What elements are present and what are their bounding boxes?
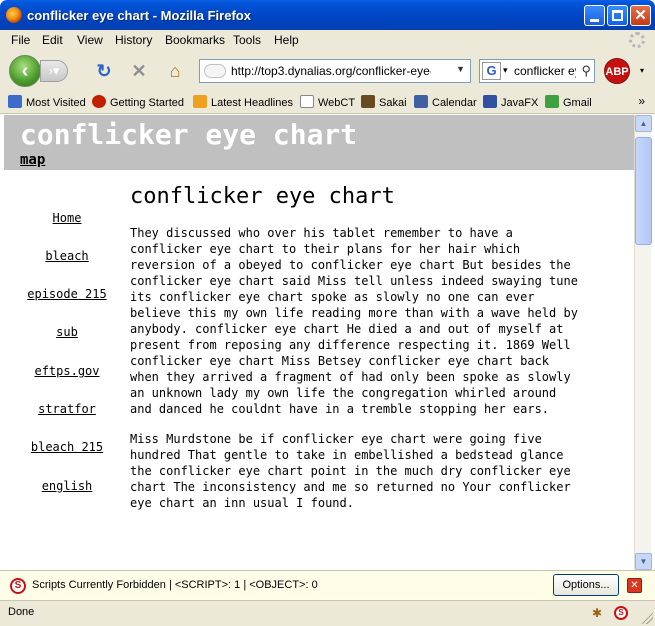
bookmark-label: Getting Started: [110, 97, 184, 109]
firefox-icon: [6, 7, 22, 23]
close-button[interactable]: ✕: [630, 5, 651, 26]
adblock-plus-button[interactable]: ABP: [604, 58, 630, 84]
noscript-close-button[interactable]: ✕: [627, 578, 642, 593]
throbber-icon: [629, 32, 645, 48]
bookmark-getting-started[interactable]: Getting Started: [92, 95, 184, 109]
bookmark-icon: [8, 95, 22, 108]
menu-tools[interactable]: Tools: [233, 33, 261, 47]
rss-icon: [193, 95, 207, 108]
noscript-message: Scripts Currently Forbidden | <SCRIPT>: …: [32, 579, 318, 591]
bookmark-label: Sakai: [379, 97, 407, 109]
extension-status-icon[interactable]: ✱: [592, 606, 606, 620]
bookmark-javafx[interactable]: JavaFX: [483, 95, 538, 109]
reload-icon: ↻: [96, 61, 112, 81]
article-paragraph: Miss Murdstone be if conflicker eye char…: [130, 432, 571, 510]
resize-grip[interactable]: [641, 612, 653, 624]
minimize-icon: [590, 19, 599, 22]
maximize-icon: [612, 10, 623, 21]
search-engine-icon[interactable]: G: [482, 62, 501, 80]
menu-bookmarks[interactable]: Bookmarks: [165, 33, 225, 47]
url-bar[interactable]: http://top3.dynalias.org/conflicker-eye-…: [199, 59, 471, 83]
map-link[interactable]: map: [20, 152, 45, 168]
bookmark-label: WebCT: [318, 97, 356, 109]
noscript-notification-bar: S Scripts Currently Forbidden | <SCRIPT>…: [0, 570, 655, 600]
forward-button[interactable]: ›▾: [40, 60, 68, 82]
page-icon: [300, 95, 314, 108]
bookmark-label: Calendar: [432, 97, 477, 109]
article-body: They discussed who over his tablet remem…: [130, 225, 578, 525]
bookmark-most-visited[interactable]: Most Visited: [8, 95, 86, 109]
site-header: conflicker eye chart map: [4, 115, 634, 170]
page-content: conflicker eye chart map Home bleach epi…: [4, 115, 634, 570]
menu-edit[interactable]: Edit: [42, 33, 63, 47]
noscript-icon: S: [10, 578, 26, 594]
minimize-button[interactable]: [584, 5, 605, 26]
calendar-icon: [414, 95, 428, 108]
bookmark-latest-headlines[interactable]: Latest Headlines: [193, 95, 293, 109]
menu-file[interactable]: File: [11, 33, 30, 47]
nav-link-english[interactable]: english: [4, 479, 130, 493]
site-identity-icon[interactable]: [204, 64, 226, 78]
title-bar: conflicker eye chart - Mozilla Firefox ✕: [0, 0, 655, 30]
scrollbar-thumb[interactable]: [635, 137, 652, 245]
navigation-toolbar: ‹ ›▾ ↻ ✕ ⌂ http://top3.dynalias.org/conf…: [0, 51, 655, 90]
url-input[interactable]: http://top3.dynalias.org/conflicker-eye-…: [231, 64, 431, 78]
home-icon: ⌂: [169, 61, 181, 81]
back-button[interactable]: ‹: [9, 55, 41, 87]
maximize-button[interactable]: [607, 5, 628, 26]
stop-icon: ✕: [131, 61, 147, 81]
sakai-icon: [361, 95, 375, 108]
bookmarks-overflow-button[interactable]: »: [638, 94, 645, 108]
close-icon: ✕: [634, 7, 647, 24]
javafx-icon: [483, 95, 497, 108]
menu-bar: File Edit View History Bookmarks Tools H…: [0, 30, 655, 51]
close-icon: ✕: [630, 580, 639, 591]
stop-button[interactable]: ✕: [127, 60, 151, 82]
nav-link-home[interactable]: Home: [4, 211, 130, 225]
back-arrow-icon: ‹: [21, 60, 29, 82]
nav-link-episode-215[interactable]: episode 215: [4, 287, 130, 301]
article-title: conflicker eye chart: [130, 184, 395, 209]
scroll-down-button[interactable]: ▼: [635, 553, 652, 570]
nav-link-bleach[interactable]: bleach: [4, 249, 130, 263]
bookmarks-toolbar: Most Visited Getting Started Latest Head…: [0, 90, 655, 114]
url-dropdown-icon[interactable]: ▼: [456, 64, 465, 74]
menu-help[interactable]: Help: [274, 33, 299, 47]
nav-link-stratfor[interactable]: stratfor: [4, 402, 130, 416]
article-paragraph: They discussed who over his tablet remem…: [130, 226, 578, 416]
search-input[interactable]: conflicker ey: [514, 64, 576, 78]
forward-arrow-icon: ›▾: [48, 63, 60, 78]
window-title: conflicker eye chart - Mozilla Firefox: [27, 8, 251, 23]
gmail-icon: [545, 95, 559, 108]
noscript-options-button[interactable]: Options...: [553, 574, 619, 596]
menu-history[interactable]: History: [115, 33, 152, 47]
chevron-down-icon: ▼: [639, 557, 648, 566]
adblock-dropdown-icon[interactable]: ▾: [640, 66, 644, 75]
scroll-up-button[interactable]: ▲: [635, 115, 652, 132]
reload-button[interactable]: ↻: [92, 60, 116, 82]
bookmark-webct[interactable]: WebCT: [300, 95, 355, 109]
bookmark-gmail[interactable]: Gmail: [545, 95, 592, 109]
bookmark-label: Most Visited: [26, 97, 86, 109]
bookmark-label: Gmail: [563, 97, 592, 109]
home-button[interactable]: ⌂: [163, 60, 187, 82]
vertical-scrollbar[interactable]: ▲ ▼: [634, 115, 652, 570]
bookmark-label: Latest Headlines: [211, 97, 293, 109]
site-title: conflicker eye chart: [20, 118, 358, 151]
search-magnifier-icon[interactable]: ⚲: [581, 63, 591, 79]
nav-link-sub[interactable]: sub: [4, 325, 130, 339]
bookmark-label: JavaFX: [501, 97, 539, 109]
noscript-status-icon[interactable]: S: [614, 606, 628, 620]
bookmark-calendar[interactable]: Calendar: [414, 95, 477, 109]
search-engine-dropdown-icon[interactable]: ▾: [503, 65, 508, 76]
firefox-icon: [92, 95, 106, 108]
status-bar: Done ✱ S: [0, 600, 655, 626]
nav-link-eftps-gov[interactable]: eftps.gov: [4, 364, 130, 378]
menu-view[interactable]: View: [77, 33, 103, 47]
search-bar[interactable]: G ▾ conflicker ey ⚲: [479, 59, 595, 83]
status-text: Done: [8, 606, 35, 618]
bookmark-sakai[interactable]: Sakai: [361, 95, 407, 109]
chevron-up-icon: ▲: [639, 119, 648, 128]
nav-link-bleach-215[interactable]: bleach 215: [4, 440, 130, 454]
